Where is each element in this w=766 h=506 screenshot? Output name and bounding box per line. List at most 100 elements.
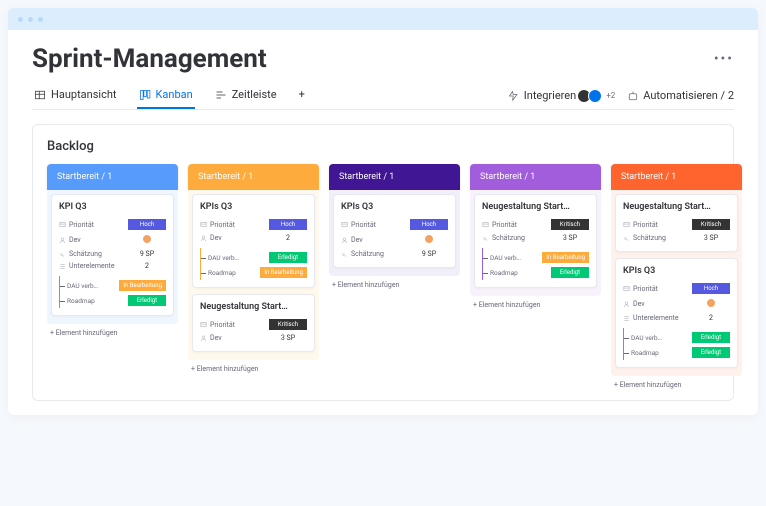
tab-main-label: Hauptansicht xyxy=(51,88,117,101)
kanban-card[interactable]: KPI Q3PrioritätHochDev¹2₃Schätzung9 SPUn… xyxy=(51,194,174,316)
status-badge: Erledigt xyxy=(269,252,307,263)
card-row: PrioritätKritisch xyxy=(200,317,307,332)
status-badge: Erledigt xyxy=(692,332,730,343)
add-item-button[interactable]: + Element hinzufügen xyxy=(611,376,742,394)
kanban-card[interactable]: KPIs Q3PrioritätHochDev¹2₃Schätzung9 SP xyxy=(333,194,456,268)
card-title: KPIs Q3 xyxy=(200,202,307,212)
add-item-button[interactable]: + Element hinzufügen xyxy=(470,296,601,314)
estimate-value: 3 SP xyxy=(692,234,730,242)
card-row: ¹2₃Schätzung3 SP xyxy=(623,232,730,244)
card-row: Unterelemente2 xyxy=(623,312,730,324)
card-title: Neugestaltung Start… xyxy=(482,202,589,212)
subitem-row[interactable]: DAU verb…In Bearbeitung xyxy=(483,250,589,265)
subitem-row[interactable]: DAU verb…Erledigt xyxy=(624,330,730,345)
kanban-card[interactable]: Neugestaltung Start…PrioritätKritisch¹2₃… xyxy=(615,194,738,252)
subitem-row[interactable]: RoadmapErledigt xyxy=(624,345,730,360)
kanban-column: Startbereit / 1 KPIs Q3PrioritätHochDev¹… xyxy=(329,164,460,294)
tab-main[interactable]: Hauptansicht xyxy=(32,82,119,109)
kanban-icon xyxy=(139,89,151,101)
timeline-icon xyxy=(215,89,227,101)
card-row: Unterelemente2 xyxy=(59,260,166,272)
avatar xyxy=(142,234,152,244)
add-item-button[interactable]: + Element hinzufügen xyxy=(188,360,319,378)
subitems: DAU verb…ErledigtRoadmapErledigt xyxy=(623,328,730,360)
kanban-card[interactable]: Neugestaltung Start…PrioritätKritischDev… xyxy=(192,294,315,352)
subitems: DAU verb…In BearbeitungRoadmapErledigt xyxy=(482,248,589,280)
card-row: ¹2₃Schätzung9 SP xyxy=(341,248,448,260)
integrate-icon xyxy=(508,90,520,102)
priority-badge: Kritisch xyxy=(551,219,589,230)
kanban-card[interactable]: Neugestaltung Start…PrioritätKritisch¹2₃… xyxy=(474,194,597,288)
card-row: PrioritätHoch xyxy=(59,217,166,232)
priority-badge: Kritisch xyxy=(692,219,730,230)
card-title: KPIs Q3 xyxy=(623,266,730,276)
app-window: Sprint-Management ••• Hauptansicht Kanba… xyxy=(8,8,758,415)
subitem-row[interactable]: RoadmapIn Bearbeitung xyxy=(201,265,307,280)
card-row: PrioritätHoch xyxy=(623,281,730,296)
card-row: PrioritätHoch xyxy=(200,217,307,232)
subitem-row[interactable]: RoadmapErledigt xyxy=(483,265,589,280)
svg-text:¹2₃: ¹2₃ xyxy=(482,236,487,240)
priority-badge: Hoch xyxy=(692,283,730,294)
subitems-count: 2 xyxy=(692,314,730,322)
card-row: Dev2 xyxy=(200,232,307,244)
card-row: Dev xyxy=(623,296,730,312)
subitem-row[interactable]: RoadmapErledigt xyxy=(60,293,166,308)
status-badge: Erledigt xyxy=(551,267,589,278)
status-badge: In Bearbeitung xyxy=(542,252,589,263)
column-header[interactable]: Startbereit / 1 xyxy=(47,164,178,190)
kanban-column: Startbereit / 1 Neugestaltung Start…Prio… xyxy=(470,164,601,314)
subitems: DAU verb…In BearbeitungRoadmapErledigt xyxy=(59,276,166,308)
status-badge: Erledigt xyxy=(128,295,166,306)
subitems-count: 2 xyxy=(128,262,166,270)
view-tabs: Hauptansicht Kanban Zeitleiste + Integri… xyxy=(32,82,734,110)
tab-kanban[interactable]: Kanban xyxy=(137,82,195,109)
svg-text:¹2₃: ¹2₃ xyxy=(341,252,346,256)
integration-avatars xyxy=(580,89,602,103)
column-body: KPIs Q3PrioritätHochDev¹2₃Schätzung9 SP xyxy=(329,190,460,276)
avatar xyxy=(706,298,716,308)
kanban-card[interactable]: KPIs Q3 PrioritätHochDevUnterelemente2 DAU… xyxy=(615,258,738,368)
svg-text:¹2₃: ¹2₃ xyxy=(623,236,628,240)
column-body: KPI Q3PrioritätHochDev¹2₃Schätzung9 SPUn… xyxy=(47,190,178,324)
priority-badge: Hoch xyxy=(128,219,166,230)
kanban-column: Startbereit / 1 Neugestaltung Start…Prio… xyxy=(611,164,742,394)
column-header[interactable]: Startbereit / 1 xyxy=(329,164,460,190)
subitem-row[interactable]: DAU verb…In Bearbeitung xyxy=(60,278,166,293)
status-badge: In Bearbeitung xyxy=(119,280,166,291)
dev-value: 3 SP xyxy=(269,334,307,342)
integration-count: +2 xyxy=(606,91,615,100)
table-icon xyxy=(34,89,46,101)
tab-timeline[interactable]: Zeitleiste xyxy=(213,82,279,109)
add-item-button[interactable]: + Element hinzufügen xyxy=(47,324,178,342)
priority-badge: Kritisch xyxy=(269,319,307,330)
kanban-column: Startbereit / 1 KPI Q3PrioritätHochDev¹2… xyxy=(47,164,178,342)
estimate-value: 9 SP xyxy=(410,250,448,258)
column-header[interactable]: Startbereit / 1 xyxy=(470,164,601,190)
column-body: KPIs Q3 PrioritätHochDev2 DAU verb…Erledig… xyxy=(188,190,319,360)
kanban-column: Startbereit / 1 KPIs Q3 PrioritätHochDev2… xyxy=(188,164,319,378)
subitem-row[interactable]: DAU verb…Erledigt xyxy=(201,250,307,265)
add-item-button[interactable]: + Element hinzufügen xyxy=(329,276,460,294)
window-titlebar xyxy=(8,8,758,30)
integrate-label: Integrieren xyxy=(524,89,576,102)
board-title: Backlog xyxy=(47,139,719,154)
card-row: Dev xyxy=(341,232,448,248)
robot-icon xyxy=(627,90,639,102)
integrate-button[interactable]: Integrieren +2 xyxy=(508,89,616,103)
more-menu[interactable]: ••• xyxy=(714,51,734,67)
card-row: PrioritätKritisch xyxy=(623,217,730,232)
tab-timeline-label: Zeitleiste xyxy=(232,88,277,101)
page-title: Sprint-Management xyxy=(32,44,267,74)
automate-label: Automatisieren / 2 xyxy=(643,89,734,102)
kanban-card[interactable]: KPIs Q3 PrioritätHochDev2 DAU verb…Erledig… xyxy=(192,194,315,288)
svg-text:¹2₃: ¹2₃ xyxy=(59,252,64,256)
column-header[interactable]: Startbereit / 1 xyxy=(188,164,319,190)
add-view-button[interactable]: + xyxy=(297,82,307,109)
estimate-value: 3 SP xyxy=(551,234,589,242)
card-row: Dev3 SP xyxy=(200,332,307,344)
column-header[interactable]: Startbereit / 1 xyxy=(611,164,742,190)
kanban-board: Backlog Startbereit / 1 KPI Q3PrioritätH… xyxy=(32,124,734,401)
priority-badge: Hoch xyxy=(269,219,307,230)
automate-button[interactable]: Automatisieren / 2 xyxy=(627,89,734,102)
